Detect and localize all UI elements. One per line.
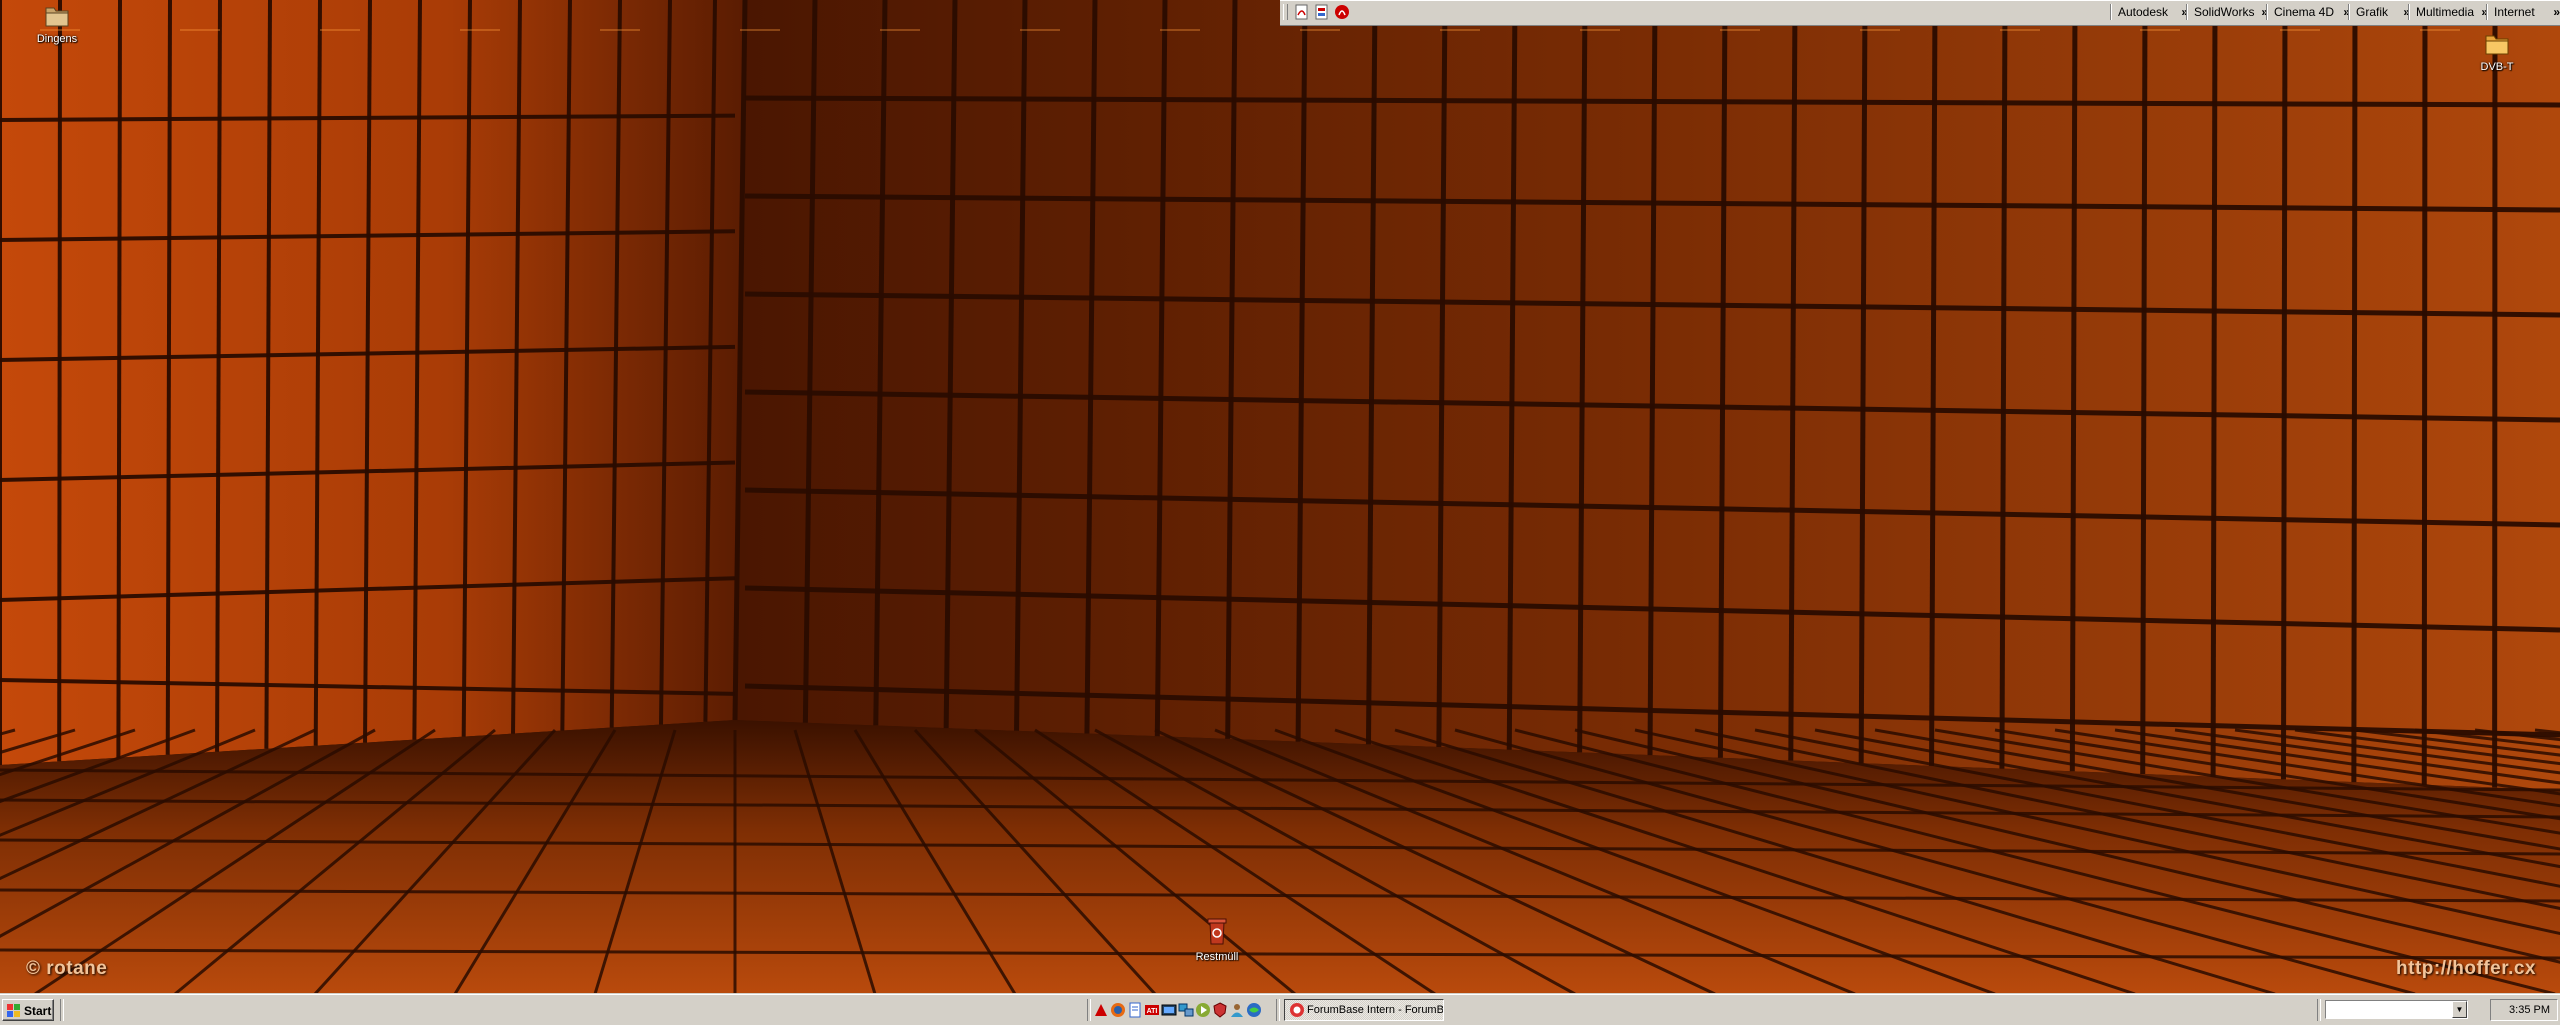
acrobat-icon[interactable] [1294,4,1310,20]
user-icon[interactable] [1229,1002,1245,1018]
desktop-icon-label: DVB-T [2481,61,2514,73]
task-button-label: ForumBase Intern - ForumB... [1307,1000,1444,1020]
desktop-icon-dvbt[interactable]: DVB-T [2452,28,2542,73]
menu-grafik[interactable]: Grafik » [2348,3,2413,21]
menu-autodesk[interactable]: Autodesk » [2110,3,2191,21]
menu-separator [2110,4,2112,20]
tv-icon[interactable] [1161,1002,1177,1018]
menu-solidworks[interactable]: SolidWorks » [2186,3,2271,21]
chevron-down-icon[interactable]: ▼ [2452,1001,2467,1018]
menu-internet[interactable]: Internet » [2486,3,2560,21]
taskbar-divider [2317,999,2321,1021]
adobe-icon[interactable] [1093,1002,1109,1018]
recycle-bin-icon [1202,916,1232,948]
media-icon[interactable] [1195,1002,1211,1018]
taskbar: Start ATI ForumBase Intern - ForumB... ▼… [0,994,2560,1025]
menu-separator [2266,4,2268,20]
folder-icon [2482,28,2512,58]
desktop-icon-restmuell[interactable]: Restmüll [1172,916,1262,963]
wallpaper-credit: © rotane [26,958,107,980]
menu-label: Grafik [2353,5,2388,19]
start-button[interactable]: Start [2,999,54,1021]
system-tray: 3:35 PM [2490,999,2558,1021]
desktop-icon-label: Dingens [37,33,77,45]
menu-label: SolidWorks [2191,5,2254,19]
menu-cinema-4d[interactable]: Cinema 4D » [2266,3,2353,21]
toolbar-grip[interactable] [1283,4,1288,20]
notepad-icon[interactable] [1127,1002,1143,1018]
svg-text:ATI: ATI [1147,1008,1158,1015]
taskbar-divider [1087,999,1091,1021]
menu-separator [2348,4,2350,20]
wallpaper [0,0,2560,994]
clock[interactable]: 3:35 PM [2509,1004,2550,1016]
folder-icon [42,0,72,30]
globe-icon[interactable] [1246,1002,1262,1018]
desktop-icon-dingens[interactable]: Dingens [12,0,102,45]
chevron-icon: » [2553,3,2560,21]
menu-separator [2486,4,2488,20]
menu-separator [2186,4,2188,20]
desktop: Dingens DVB-T Restmüll © rotane http://h… [0,0,2560,994]
windows-logo-icon [6,1003,22,1019]
menu-label: Cinema 4D [2271,5,2334,19]
security-icon[interactable] [1212,1002,1228,1018]
menu-label: Multimedia [2413,5,2474,19]
menu-separator [2408,4,2410,20]
network-icon[interactable] [1178,1002,1194,1018]
acrobat-reader-icon[interactable] [1334,4,1350,20]
menu-multimedia[interactable]: Multimedia » [2408,3,2491,21]
ati-icon[interactable]: ATI [1144,1002,1160,1018]
taskbar-divider [1276,999,1280,1021]
desktop-icon-label: Restmüll [1196,951,1239,963]
task-button-forumbase[interactable]: ForumBase Intern - ForumB... [1284,999,1444,1021]
address-combobox[interactable]: ▼ [2325,1000,2468,1019]
pdf-tool-icon[interactable] [1314,4,1330,20]
menu-label: Internet [2491,5,2535,19]
menu-label: Autodesk [2115,5,2168,19]
taskbar-divider [60,999,64,1021]
start-label: Start [24,1000,51,1022]
browser-icon [1289,1002,1305,1018]
wallpaper-url: http://hoffer.cx [2396,958,2536,980]
firefox-icon[interactable] [1110,1002,1126,1018]
top-toolbar: Autodesk » SolidWorks » Cinema 4D » Graf… [1280,0,2560,26]
